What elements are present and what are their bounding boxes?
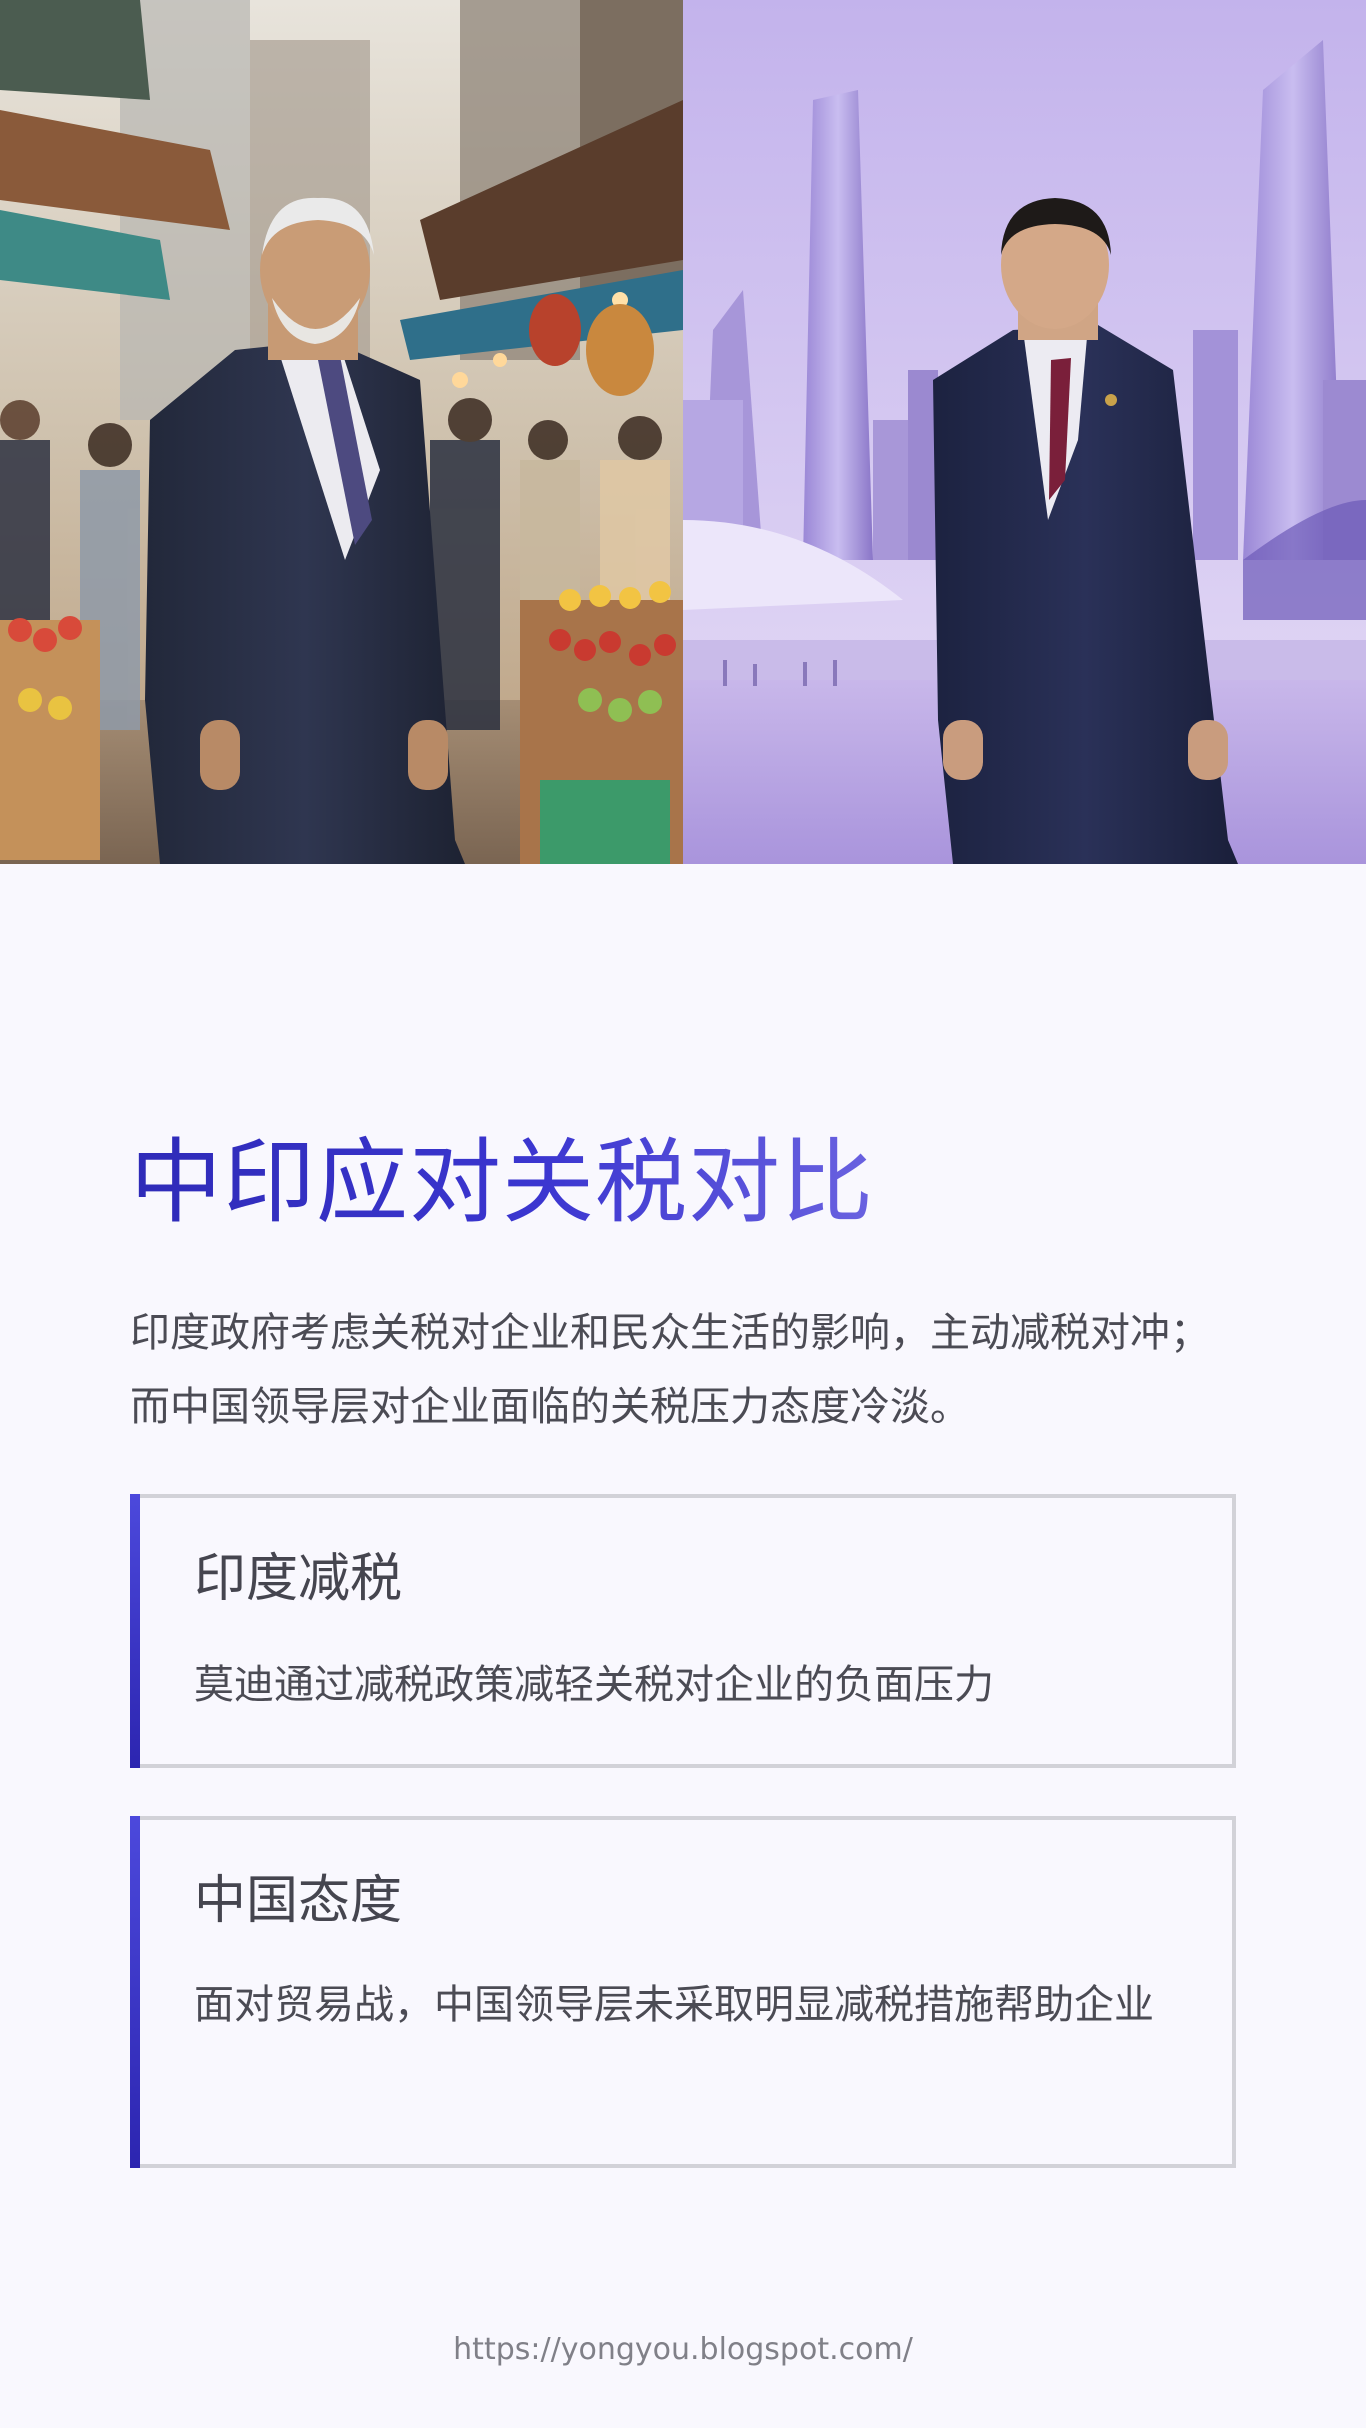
- skyline-scene-illustration: [683, 0, 1366, 864]
- page-title: 中印应对关税对比: [130, 1129, 875, 1236]
- footer-url-link[interactable]: https://yongyou.blogspot.com/: [0, 2328, 1366, 2372]
- card-text: 面对贸易战，中国领导层未采取明显减税措施帮助企业: [194, 1982, 1154, 2028]
- card-india-tax-cut: 印度减税 莫迪通过减税政策减轻关税对企业的负面压力: [130, 1494, 1236, 1768]
- card-title: 印度减税: [194, 1549, 403, 1609]
- hero-right-skyline-scene: [683, 0, 1366, 864]
- card-title: 中国态度: [194, 1871, 403, 1931]
- hero-left-market-scene: [0, 0, 683, 864]
- intro-paragraph: 印度政府考虑关税对企业和民众生活的影响，主动减税对冲；而中国领导层对企业面临的关…: [130, 1310, 1210, 1430]
- card-text: 莫迪通过减税政策减轻关税对企业的负面压力: [194, 1662, 994, 1708]
- market-scene-illustration: [0, 0, 683, 864]
- hero-image: [0, 0, 1366, 864]
- card-china-attitude: 中国态度 面对贸易战，中国领导层未采取明显减税措施帮助企业: [130, 1816, 1236, 2168]
